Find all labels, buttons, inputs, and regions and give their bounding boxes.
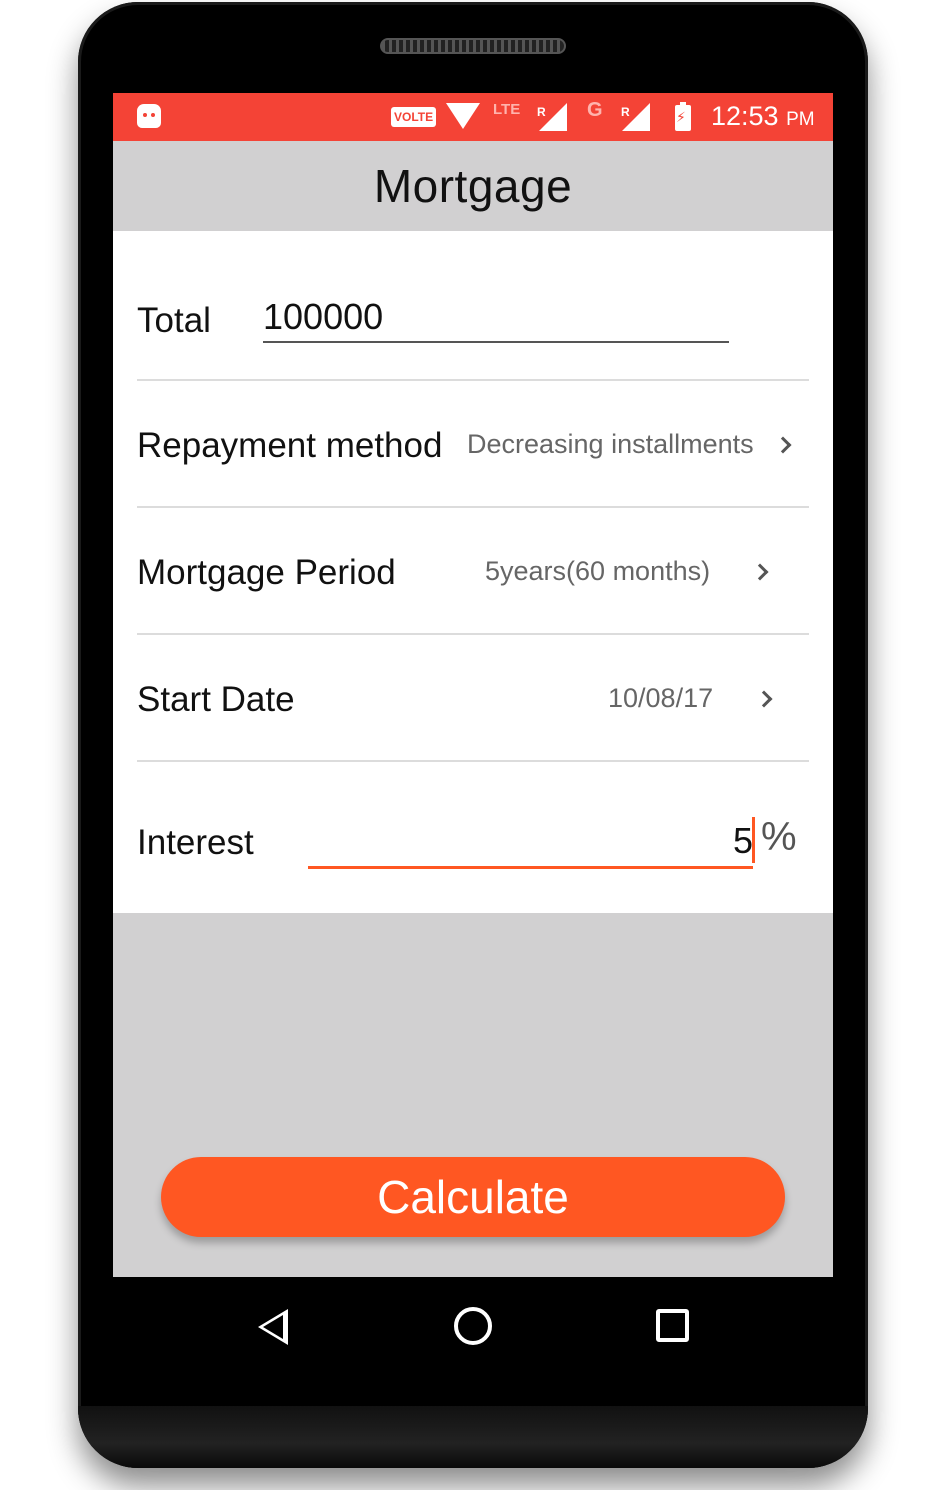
interest-input[interactable] xyxy=(308,815,753,869)
g-label: G xyxy=(587,99,603,121)
app-bar: Mortgage xyxy=(113,141,833,231)
chevron-right-icon xyxy=(751,563,769,581)
wifi-icon xyxy=(446,103,480,129)
screen: VOLTE LTE R G R 12:53 PM Mortgage Total … xyxy=(113,93,833,1277)
lte-label: LTE xyxy=(493,101,521,118)
android-icon xyxy=(137,104,161,128)
start-date-label: Start Date xyxy=(137,680,295,719)
repayment-method-value: Decreasing installments xyxy=(467,429,754,459)
interest-label: Interest xyxy=(137,823,254,862)
clock-time: 12:53 xyxy=(711,101,779,131)
phone-bottom xyxy=(78,1406,868,1468)
mortgage-period-row[interactable]: Mortgage Period 5years(60 months) xyxy=(137,508,809,635)
signal-icon xyxy=(622,103,650,131)
start-date-value: 10/08/17 xyxy=(608,683,714,713)
clock: 12:53 PM xyxy=(711,101,815,132)
signal-icon xyxy=(539,103,567,131)
chevron-right-icon xyxy=(774,436,792,454)
chevron-right-icon xyxy=(755,690,773,708)
speaker-grille xyxy=(380,38,566,54)
mortgage-period-value: 5years(60 months) xyxy=(485,556,711,586)
volte-badge: VOLTE xyxy=(391,107,437,127)
home-icon[interactable] xyxy=(454,1307,492,1345)
percent-unit: % xyxy=(761,815,797,859)
battery-charging-icon xyxy=(675,102,691,131)
total-input[interactable] xyxy=(263,293,729,343)
calculate-button[interactable]: Calculate xyxy=(161,1157,785,1237)
text-cursor xyxy=(752,817,755,863)
clock-ampm: PM xyxy=(786,109,815,130)
recents-icon[interactable] xyxy=(656,1309,689,1342)
repayment-method-label: Repayment method xyxy=(137,426,443,465)
back-icon[interactable] xyxy=(258,1309,288,1345)
status-bar: VOLTE LTE R G R 12:53 PM xyxy=(113,93,833,141)
page-title: Mortgage xyxy=(373,160,573,212)
repayment-method-row[interactable]: Repayment method Decreasing installments xyxy=(137,381,809,508)
mortgage-form: Total Repayment method Decreasing instal… xyxy=(113,231,833,913)
mortgage-period-label: Mortgage Period xyxy=(137,553,396,592)
start-date-row[interactable]: Start Date 10/08/17 xyxy=(137,635,809,762)
total-label: Total xyxy=(137,301,211,340)
